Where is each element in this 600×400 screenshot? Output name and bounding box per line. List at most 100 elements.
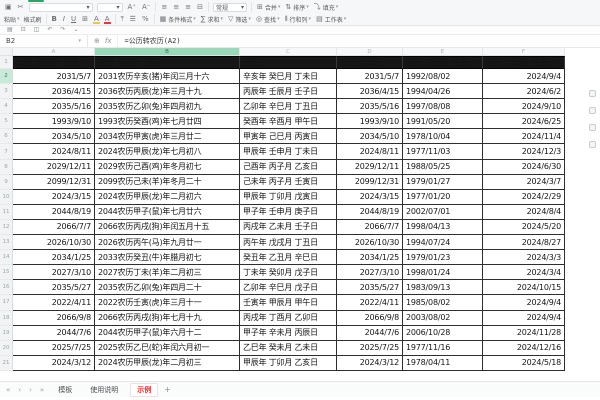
bold-button[interactable]: B bbox=[51, 16, 58, 23]
cell[interactable]: 1992/08/02 bbox=[403, 69, 483, 84]
cell[interactable]: 2022/4/11 bbox=[337, 295, 403, 310]
cell[interactable]: 丙戌年 丁酉月 乙卯日 bbox=[240, 311, 337, 326]
worksheet-button[interactable]: ▤工作表▾ bbox=[315, 15, 346, 24]
cell[interactable]: 辛亥年 癸巳月 丁未日 bbox=[240, 69, 337, 84]
cell[interactable]: 2044/8/19 bbox=[337, 205, 403, 220]
cell[interactable]: 2024/3/12 bbox=[13, 356, 95, 371]
font-color-button[interactable]: A bbox=[104, 16, 111, 23]
cell[interactable]: 2024/3/12 bbox=[337, 356, 403, 371]
sheet-tab-template[interactable]: 模板 bbox=[52, 384, 78, 396]
header-cell[interactable]: 阴历（农历）生日 bbox=[403, 56, 483, 69]
cell[interactable]: 2024/6/2 bbox=[483, 84, 565, 99]
cell[interactable]: 1983/09/13 bbox=[403, 280, 483, 295]
cell[interactable]: 1977/11/03 bbox=[403, 144, 483, 159]
cell[interactable]: 2025/7/25 bbox=[13, 341, 95, 356]
sheet-tab-example[interactable]: 示例 bbox=[130, 383, 158, 397]
cell[interactable]: 2022/4/11 bbox=[13, 295, 95, 310]
cell[interactable]: 壬寅年 甲辰月 甲午日 bbox=[240, 295, 337, 310]
sort-button[interactable]: ⇅排序▾ bbox=[284, 3, 308, 12]
cell[interactable]: 己酉年 丙子月 乙亥日 bbox=[240, 160, 337, 175]
find-button[interactable]: ◎查找▾ bbox=[255, 15, 280, 24]
align-right-icon[interactable]: ≡ bbox=[184, 4, 192, 11]
column-header-E[interactable]: E bbox=[403, 48, 483, 56]
cell[interactable]: 癸丑年 乙丑月 辛巳日 bbox=[240, 250, 337, 265]
row-number[interactable]: 3 bbox=[0, 84, 13, 99]
first-sheet-icon[interactable]: « bbox=[6, 386, 12, 394]
row-number[interactable]: 19 bbox=[0, 326, 13, 341]
increase-font-icon[interactable]: A⁺ bbox=[127, 4, 137, 11]
cell[interactable]: 2031/5/7 bbox=[13, 69, 95, 84]
cell[interactable]: 2024/8/27 bbox=[483, 235, 565, 250]
underline-button[interactable]: U bbox=[70, 16, 77, 23]
cell[interactable]: 1998/04/13 bbox=[403, 220, 483, 235]
preview-icon[interactable]: ◫ bbox=[33, 27, 41, 33]
print-icon[interactable]: ⊡ bbox=[20, 27, 27, 33]
insert-function-icon[interactable]: ⊕ bbox=[94, 37, 100, 45]
header-cell[interactable]: 农历转公历 bbox=[337, 56, 403, 69]
cell[interactable]: 1994/04/26 bbox=[403, 84, 483, 99]
cell[interactable]: 丙午年 戊戌月 丁丑日 bbox=[240, 235, 337, 250]
cell[interactable]: 2035/5/16 bbox=[337, 99, 403, 114]
cell[interactable]: 2031/5/7 bbox=[337, 69, 403, 84]
cell[interactable]: 2003/08/02 bbox=[403, 311, 483, 326]
clipboard-icon[interactable]: ▣ bbox=[4, 4, 13, 11]
row-number[interactable]: 4 bbox=[0, 99, 13, 114]
cell[interactable]: 1979/01/23 bbox=[403, 250, 483, 265]
cell[interactable]: 1985/08/02 bbox=[403, 295, 483, 310]
cell[interactable]: 2024/9/4 bbox=[483, 295, 565, 310]
percent-icon[interactable]: % bbox=[141, 16, 150, 23]
cell[interactable]: 2002/07/01 bbox=[403, 205, 483, 220]
font-size-dropdown[interactable]: ▾ bbox=[97, 3, 123, 12]
cell[interactable]: 1993农历癸酉(鸡)年七月廿四 bbox=[95, 114, 240, 129]
align-left-icon[interactable]: ≡ bbox=[160, 4, 168, 11]
cell[interactable]: 2036/4/15 bbox=[13, 84, 95, 99]
header-cell[interactable]: 公历（阳历）日期 bbox=[13, 56, 95, 69]
row-number[interactable]: 6 bbox=[0, 129, 13, 144]
row-number[interactable]: 7 bbox=[0, 144, 13, 159]
cell[interactable]: 1994/07/24 bbox=[403, 235, 483, 250]
cell[interactable]: 2066/9/8 bbox=[13, 311, 95, 326]
cell[interactable]: 甲寅年 己巳月 丙寅日 bbox=[240, 129, 337, 144]
cell[interactable]: 2024农历甲辰(龙)年二月初三 bbox=[95, 356, 240, 371]
row-number[interactable]: 13 bbox=[0, 235, 13, 250]
cell[interactable]: 2044/7/6 bbox=[337, 326, 403, 341]
cell[interactable]: 癸酉年 辛酉月 甲午日 bbox=[240, 114, 337, 129]
column-header-F[interactable]: F bbox=[483, 48, 565, 56]
panel-icon-3[interactable] bbox=[589, 124, 596, 131]
cell[interactable]: 2024/11/4 bbox=[483, 129, 565, 144]
cell[interactable]: 丁未年 癸卯月 戊子日 bbox=[240, 265, 337, 280]
cell[interactable]: 1978/10/04 bbox=[403, 129, 483, 144]
cell[interactable]: 2029/12/11 bbox=[337, 160, 403, 175]
cell[interactable]: 2033农历癸丑(牛)年腊月初七 bbox=[95, 250, 240, 265]
cell[interactable]: 2029农历己酉(鸡)年冬月初七 bbox=[95, 160, 240, 175]
sheet-tab-instructions[interactable]: 使用说明 bbox=[84, 384, 124, 396]
cell[interactable]: 2024农历甲辰(龙)年七月初八 bbox=[95, 144, 240, 159]
borders-icon[interactable]: ⊞ bbox=[81, 16, 89, 23]
header-cell[interactable]: 干支 bbox=[240, 56, 337, 69]
cell[interactable]: 甲辰年 丁卯月 乙亥日 bbox=[240, 356, 337, 371]
redo-icon[interactable]: ↷ bbox=[59, 27, 66, 33]
cell[interactable]: 2066农历丙戌(狗)年七月十九 bbox=[95, 311, 240, 326]
row-number[interactable]: 18 bbox=[0, 311, 13, 326]
cell[interactable]: 2044农历甲子(鼠)年七月廿六 bbox=[95, 205, 240, 220]
cell[interactable]: 1993/9/10 bbox=[337, 114, 403, 129]
cell[interactable]: 甲子年 辛未月 丙辰日 bbox=[240, 326, 337, 341]
cell[interactable]: 2034/5/10 bbox=[13, 129, 95, 144]
merge-cells-button[interactable]: ⊞合并▾ bbox=[256, 3, 280, 12]
cell[interactable]: 2036农历丙辰(龙)年三月十九 bbox=[95, 84, 240, 99]
cell[interactable]: 2035/5/16 bbox=[13, 99, 95, 114]
add-sheet-button[interactable]: + bbox=[164, 385, 171, 394]
cell[interactable]: 1977/01/20 bbox=[403, 190, 483, 205]
cell[interactable]: 甲辰年 壬申月 丁未日 bbox=[240, 144, 337, 159]
cell[interactable]: 2024/8/11 bbox=[13, 144, 95, 159]
column-header-A[interactable]: A bbox=[13, 48, 95, 56]
cell[interactable]: 2024/8/4 bbox=[483, 205, 565, 220]
format-painter-button[interactable]: 格式刷 bbox=[24, 15, 42, 24]
font-name-dropdown[interactable]: ▾ bbox=[29, 3, 93, 12]
cell[interactable]: 2099/12/31 bbox=[337, 175, 403, 190]
cell[interactable]: 1979/01/27 bbox=[403, 175, 483, 190]
wrap-text-icon[interactable]: ⊟ bbox=[196, 4, 204, 11]
cell[interactable]: 2024/6/25 bbox=[483, 114, 565, 129]
cell[interactable]: 2035农历乙卯(兔)年四月初九 bbox=[95, 99, 240, 114]
cell[interactable]: 1993/9/10 bbox=[13, 114, 95, 129]
